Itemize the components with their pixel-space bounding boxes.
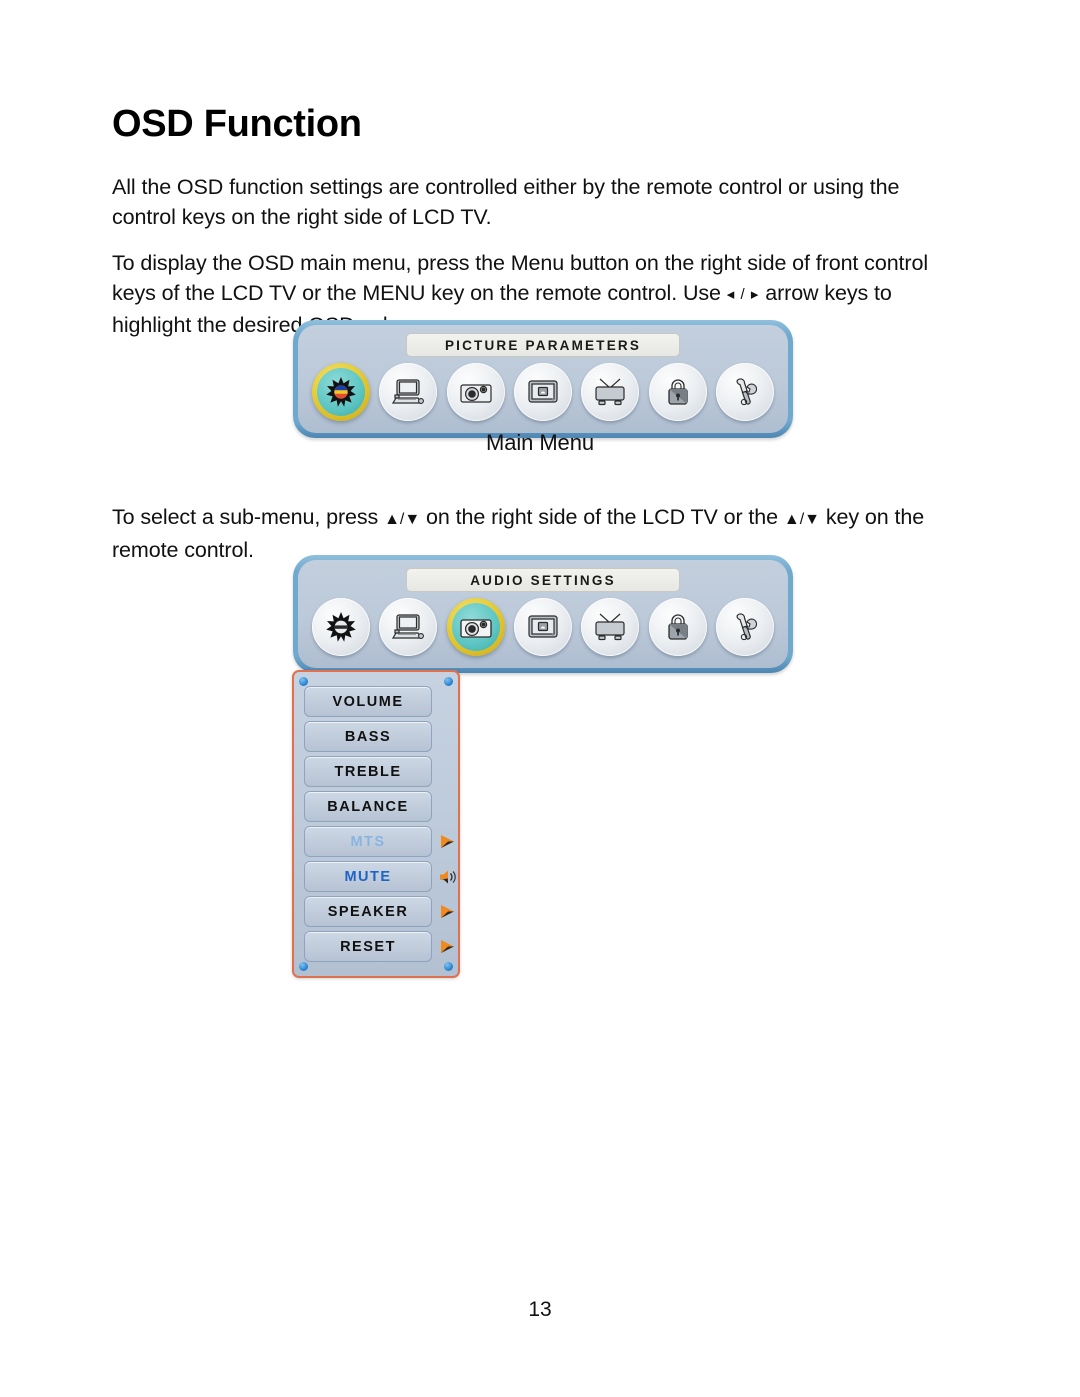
- lock-parental-icon[interactable]: [648, 363, 707, 421]
- audio-camera-icon[interactable]: [446, 598, 505, 656]
- tv-channel-icon[interactable]: [581, 363, 640, 421]
- audio-submenu-list: VOLUME BASS TREBLE BALANCE MTS MUTE SPEAKER RES…: [304, 686, 456, 962]
- audio-submenu-row: MUTE: [304, 861, 456, 892]
- intro-paragraph-text: All the OSD function settings are contro…: [112, 174, 900, 229]
- audio-submenu-row: VOLUME: [304, 686, 448, 717]
- audio-submenu-row: BALANCE: [304, 791, 448, 822]
- audio-submenu-item-speaker[interactable]: SPEAKER: [304, 896, 432, 927]
- audio-submenu-item-label: BASS: [344, 728, 392, 745]
- audio-camera-icon[interactable]: [446, 363, 505, 421]
- audio-submenu-item-label: RESET: [340, 938, 396, 955]
- audio-submenu-item-balance[interactable]: BALANCE: [304, 791, 432, 822]
- osd-title-bar-picture: PICTURE PARAMETERS: [406, 333, 680, 357]
- audio-submenu-item-label: VOLUME: [332, 693, 404, 710]
- page-number: 13: [528, 1298, 552, 1321]
- audio-submenu-item-bass[interactable]: BASS: [304, 721, 432, 752]
- osd-icon-row-audio: [306, 596, 780, 658]
- lock-parental-icon[interactable]: [648, 598, 707, 656]
- right-arrow-icon: [438, 936, 464, 958]
- osd-main-menu-panel-picture: PICTURE PARAMETERS: [293, 320, 793, 438]
- audio-submenu-row: MTS: [304, 826, 454, 857]
- audio-submenu-item-label: MTS: [350, 833, 386, 850]
- audio-submenu-item-reset[interactable]: RESET: [304, 931, 432, 962]
- screw-icon-bottom-right: [444, 962, 453, 971]
- audio-submenu-item-label: SPEAKER: [327, 903, 409, 920]
- audio-submenu-panel: VOLUME BASS TREBLE BALANCE MTS MUTE SPEAKER RES…: [292, 670, 460, 978]
- audio-submenu-item-mts[interactable]: MTS: [304, 826, 432, 857]
- audio-submenu-item-treble[interactable]: TREBLE: [304, 756, 432, 787]
- up-down-arrow-keys-icon-tv: ▲/▼: [384, 510, 421, 528]
- up-down-arrow-keys-icon-remote: ▲/▼: [783, 510, 821, 528]
- osd-title-label: PICTURE PARAMETERS: [444, 337, 642, 353]
- screw-icon-bottom-left: [299, 962, 308, 971]
- audio-submenu-row: SPEAKER: [304, 896, 454, 927]
- screen-osd-icon[interactable]: [513, 598, 572, 656]
- audio-submenu-item-label: BALANCE: [327, 798, 409, 815]
- audio-submenu-item-mute[interactable]: MUTE: [304, 861, 432, 892]
- right-arrow-icon: [438, 901, 464, 923]
- speaker-sound-icon: [438, 866, 464, 888]
- osd-panel-inner: PICTURE PARAMETERS: [298, 325, 788, 433]
- audio-submenu-row: TREBLE: [304, 756, 448, 787]
- tools-setup-icon[interactable]: [715, 363, 774, 421]
- main-menu-caption: Main Menu: [486, 430, 594, 455]
- computer-pc-icon[interactable]: [379, 598, 438, 656]
- picture-color-icon[interactable]: [312, 363, 370, 421]
- screw-icon-top-right: [444, 677, 453, 686]
- computer-pc-icon[interactable]: [379, 363, 438, 421]
- audio-submenu-row: RESET: [304, 931, 454, 962]
- audio-submenu-row: BASS: [304, 721, 448, 752]
- tools-setup-icon[interactable]: [715, 598, 774, 656]
- audio-submenu-item-label: MUTE: [344, 868, 392, 885]
- picture-color-icon[interactable]: [312, 598, 370, 656]
- screen-osd-icon[interactable]: [513, 363, 572, 421]
- submenu-instruction-text-a: To select a sub-menu, press: [112, 504, 385, 529]
- audio-submenu-item-label: TREBLE: [334, 763, 402, 780]
- submenu-instruction-text-b: on the right side of the LCD TV or the: [420, 504, 784, 529]
- audio-submenu-item-volume[interactable]: VOLUME: [304, 686, 432, 717]
- osd-panel-inner: AUDIO SETTINGS: [298, 560, 788, 668]
- osd-title-bar-audio: AUDIO SETTINGS: [406, 568, 680, 592]
- page-title: OSD Function: [112, 103, 362, 146]
- left-right-arrow-keys-icon: ◂ / ▸: [726, 285, 760, 303]
- intro-paragraph: All the OSD function settings are contro…: [112, 172, 948, 232]
- screw-icon-top-left: [299, 677, 308, 686]
- tv-channel-icon[interactable]: [581, 598, 640, 656]
- osd-main-menu-panel-audio: AUDIO SETTINGS: [293, 555, 793, 673]
- right-arrow-icon: [438, 831, 464, 853]
- osd-icon-row-picture: [306, 361, 780, 423]
- osd-title-label: AUDIO SETTINGS: [470, 572, 616, 588]
